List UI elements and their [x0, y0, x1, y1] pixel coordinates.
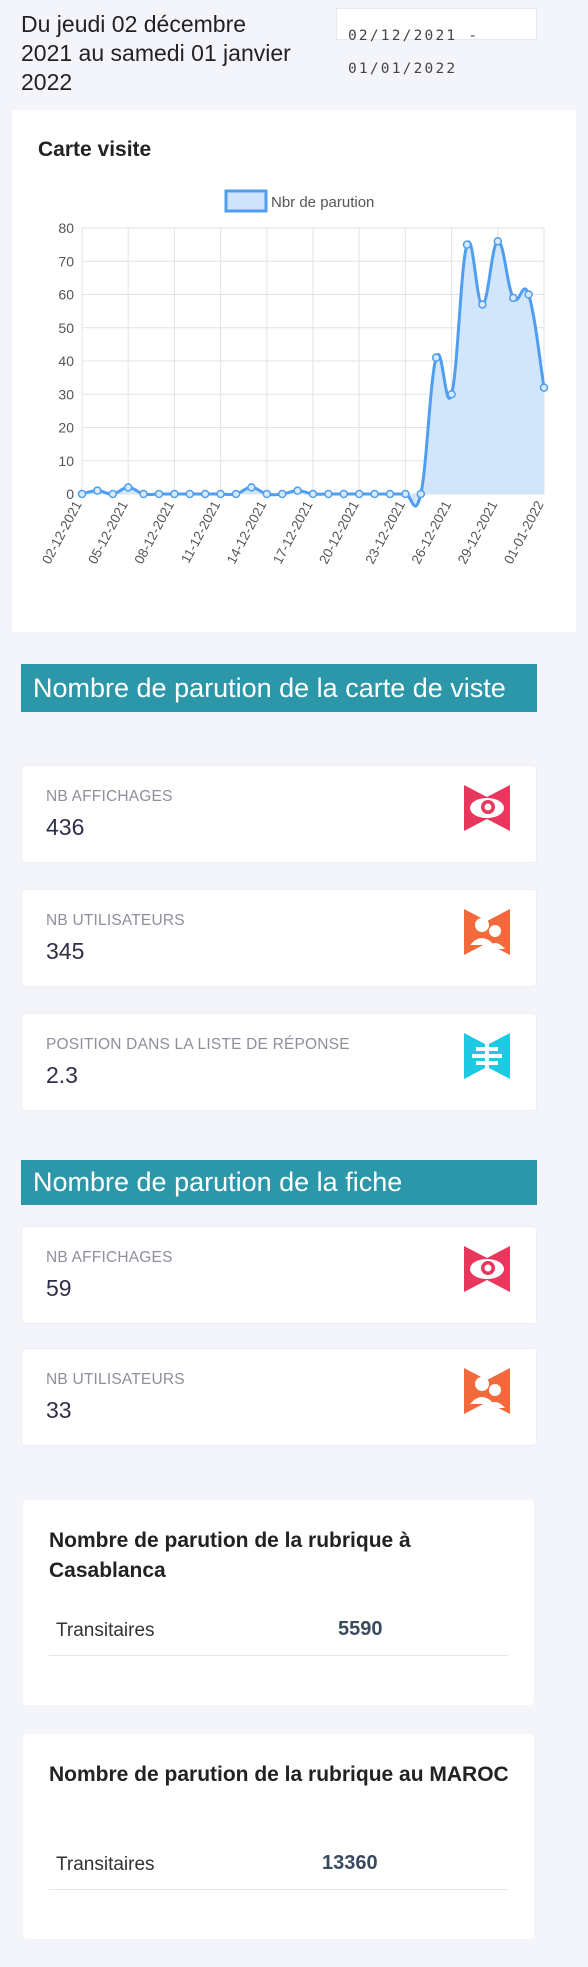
line-chart: 0102030405060708002-12-2021 05-12-2021 08-… — [39, 189, 549, 566]
stat-value: 33 — [46, 1397, 72, 1423]
data-point — [385, 489, 395, 499]
eye-icon — [464, 1246, 510, 1292]
rubrique-title: Nombre de parution de la rubrique à Casa… — [49, 1529, 411, 1582]
rubrique-value: 5590 — [338, 1618, 383, 1640]
x-tick-label: 08-12-2021 — [131, 498, 177, 566]
data-point — [139, 489, 148, 499]
y-tick-label: 30 — [58, 386, 74, 402]
rubrique-title: Nombre de parution de la rubrique au MAR… — [49, 1763, 509, 1786]
stat-card-utilisateurs-fiche: NB UTILISATEURS 33 — [21, 1348, 537, 1446]
stat-label: NB AFFICHAGES — [46, 788, 173, 805]
x-tick-label: 26-12-2021 — [409, 498, 455, 566]
stat-value: 2.3 — [46, 1062, 78, 1088]
period-heading: Du jeudi 02 décembre 2021 au samedi 01 j… — [21, 11, 291, 95]
data-point — [462, 240, 472, 249]
y-tick-label: 50 — [58, 320, 74, 336]
data-point — [293, 486, 302, 495]
rubrique-casablanca-card: Nombre de parution de la rubrique à Casa… — [23, 1500, 534, 1705]
stat-card-affichages-fiche: NB AFFICHAGES 59 — [21, 1226, 537, 1324]
stat-value: 345 — [46, 938, 85, 964]
legend-swatch — [224, 189, 268, 213]
x-tick-label: 02-12-2021 — [39, 498, 85, 566]
data-point — [401, 489, 410, 499]
data-point — [108, 489, 118, 499]
y-tick-label: 40 — [58, 353, 74, 369]
data-point — [93, 486, 102, 495]
data-point — [247, 483, 256, 492]
list-position-icon — [464, 1033, 510, 1079]
data-point — [308, 489, 318, 499]
data-point — [478, 300, 487, 309]
date-range-value[interactable]: 02/12/2021 - 01/01/2022 — [348, 20, 518, 86]
stat-label: POSITION DANS LA LISTE DE RÉPONSE — [46, 1036, 350, 1053]
data-point — [447, 390, 456, 399]
data-point — [185, 489, 195, 499]
data-point — [262, 489, 272, 499]
x-tick-label: 29-12-2021 — [455, 498, 501, 566]
data-point — [354, 489, 364, 499]
x-tick-label: 01-01-2022 — [501, 498, 547, 566]
data-point — [508, 293, 518, 303]
x-tick-label: 23-12-2021 — [362, 498, 408, 566]
stat-card-position: POSITION DANS LA LISTE DE RÉPONSE 2.3 — [21, 1013, 537, 1111]
table-row: Transitaires 5590 — [49, 1606, 508, 1656]
stat-card-utilisateurs: NB UTILISATEURS 345 — [21, 889, 537, 987]
data-point — [277, 489, 287, 499]
users-icon — [464, 1368, 510, 1414]
x-tick-label: 17-12-2021 — [270, 498, 316, 566]
chart-card: Carte visite 0 10 20 30 40 50 60 70 80 02-12-2021… — [12, 110, 576, 632]
users-icon — [464, 909, 510, 955]
eye-icon — [464, 785, 510, 831]
stat-label: NB UTILISATEURS — [46, 912, 185, 929]
rubrique-maroc-card: Nombre de parution de la rubrique au MAR… — [23, 1734, 534, 1939]
y-tick-label: 20 — [58, 420, 74, 436]
x-tick-label: 20-12-2021 — [316, 498, 362, 566]
x-tick-label: 14-12-2021 — [224, 498, 270, 566]
data-point — [431, 353, 441, 362]
data-point — [170, 489, 179, 499]
data-point — [539, 383, 549, 392]
data-point — [216, 489, 225, 499]
data-point — [324, 489, 333, 499]
stat-label: NB UTILISATEURS — [46, 1371, 185, 1388]
section-title-carte: Nombre de parution de la carte de viste — [21, 664, 537, 712]
data-point — [123, 483, 133, 492]
data-point — [339, 489, 349, 499]
y-tick-label: 70 — [58, 253, 74, 269]
y-tick-label: 80 — [58, 220, 74, 236]
data-point — [524, 290, 533, 299]
table-row: Transitaires 13360 — [49, 1840, 508, 1890]
stat-card-affichages: NB AFFICHAGES 436 — [21, 765, 537, 863]
rubrique-label: Transitaires — [56, 1620, 155, 1641]
x-tick-label: 11-12-2021 — [178, 498, 223, 565]
data-point — [493, 237, 503, 246]
stat-label: NB AFFICHAGES — [46, 1249, 173, 1266]
rubrique-label: Transitaires — [56, 1854, 155, 1875]
y-tick-label: 10 — [58, 453, 74, 469]
data-point — [416, 489, 426, 499]
data-point — [370, 489, 379, 499]
rubrique-value: 13360 — [322, 1852, 378, 1874]
section-title-fiche: Nombre de parution de la fiche — [21, 1160, 537, 1205]
data-point — [231, 489, 241, 499]
x-tick-label: 05-12-2021 — [85, 498, 131, 566]
data-point — [200, 489, 210, 499]
legend-label: Nbr de parution — [271, 194, 374, 211]
data-point — [77, 489, 87, 499]
y-tick-label: 60 — [58, 287, 74, 303]
data-point — [154, 489, 164, 499]
stat-value: 436 — [46, 814, 85, 840]
stat-value: 59 — [46, 1275, 72, 1301]
